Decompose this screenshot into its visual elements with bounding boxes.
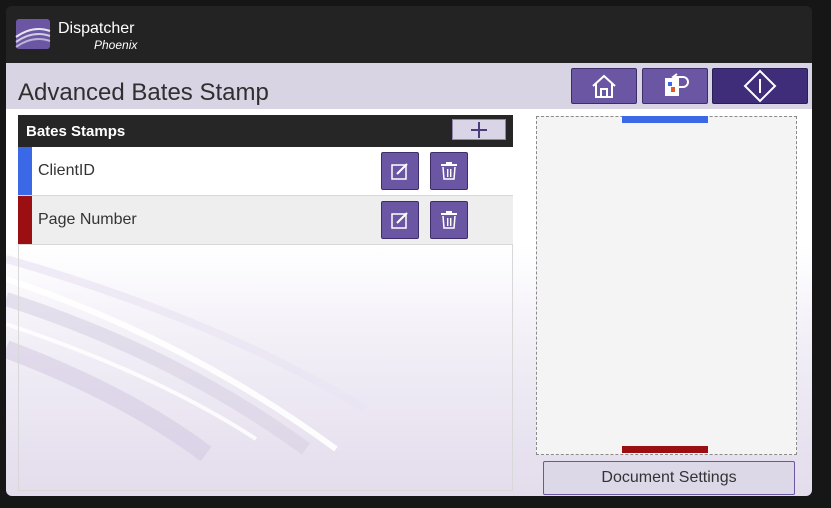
dispatcher-logo-icon: [15, 19, 51, 49]
start-icon: [743, 69, 777, 103]
stamps-title: Bates Stamps: [26, 123, 126, 140]
stamp-row[interactable]: Page Number: [18, 196, 513, 245]
edit-stamp-button[interactable]: [381, 201, 419, 239]
document-settings-button[interactable]: Document Settings: [543, 461, 795, 495]
home-icon: [592, 74, 616, 98]
delete-stamp-button[interactable]: [430, 201, 468, 239]
start-button[interactable]: [712, 68, 808, 104]
top-bar: Dispatcher Phoenix: [6, 6, 812, 63]
delete-stamp-button[interactable]: [430, 152, 468, 190]
stamps-header: Bates Stamps: [18, 115, 513, 147]
document-preview: [536, 116, 797, 455]
brand-name: Dispatcher: [58, 20, 135, 37]
preview-bottom-stamp-marker: [622, 446, 708, 453]
stamp-label: Page Number: [38, 211, 137, 228]
app-frame: Dispatcher Phoenix Advanced Bates Stamp: [6, 6, 812, 496]
page-title: Advanced Bates Stamp: [18, 79, 269, 106]
stamp-row[interactable]: ClientID: [18, 147, 513, 196]
home-button[interactable]: [571, 68, 637, 104]
stamp-label: ClientID: [38, 162, 95, 179]
edit-stamp-button[interactable]: [381, 152, 419, 190]
add-stamp-button[interactable]: [452, 119, 506, 140]
plus-icon: [471, 121, 487, 138]
stamp-color-swatch: [18, 196, 32, 244]
trash-icon: [441, 211, 457, 229]
brand-subtitle: Phoenix: [94, 38, 138, 52]
back-to-document-button[interactable]: [642, 68, 708, 104]
trash-icon: [441, 162, 457, 180]
stamp-color-swatch: [18, 147, 32, 195]
edit-icon: [391, 212, 408, 229]
preview-top-stamp-marker: [622, 116, 708, 123]
edit-icon: [391, 163, 408, 180]
back-to-document-icon: [665, 73, 689, 96]
